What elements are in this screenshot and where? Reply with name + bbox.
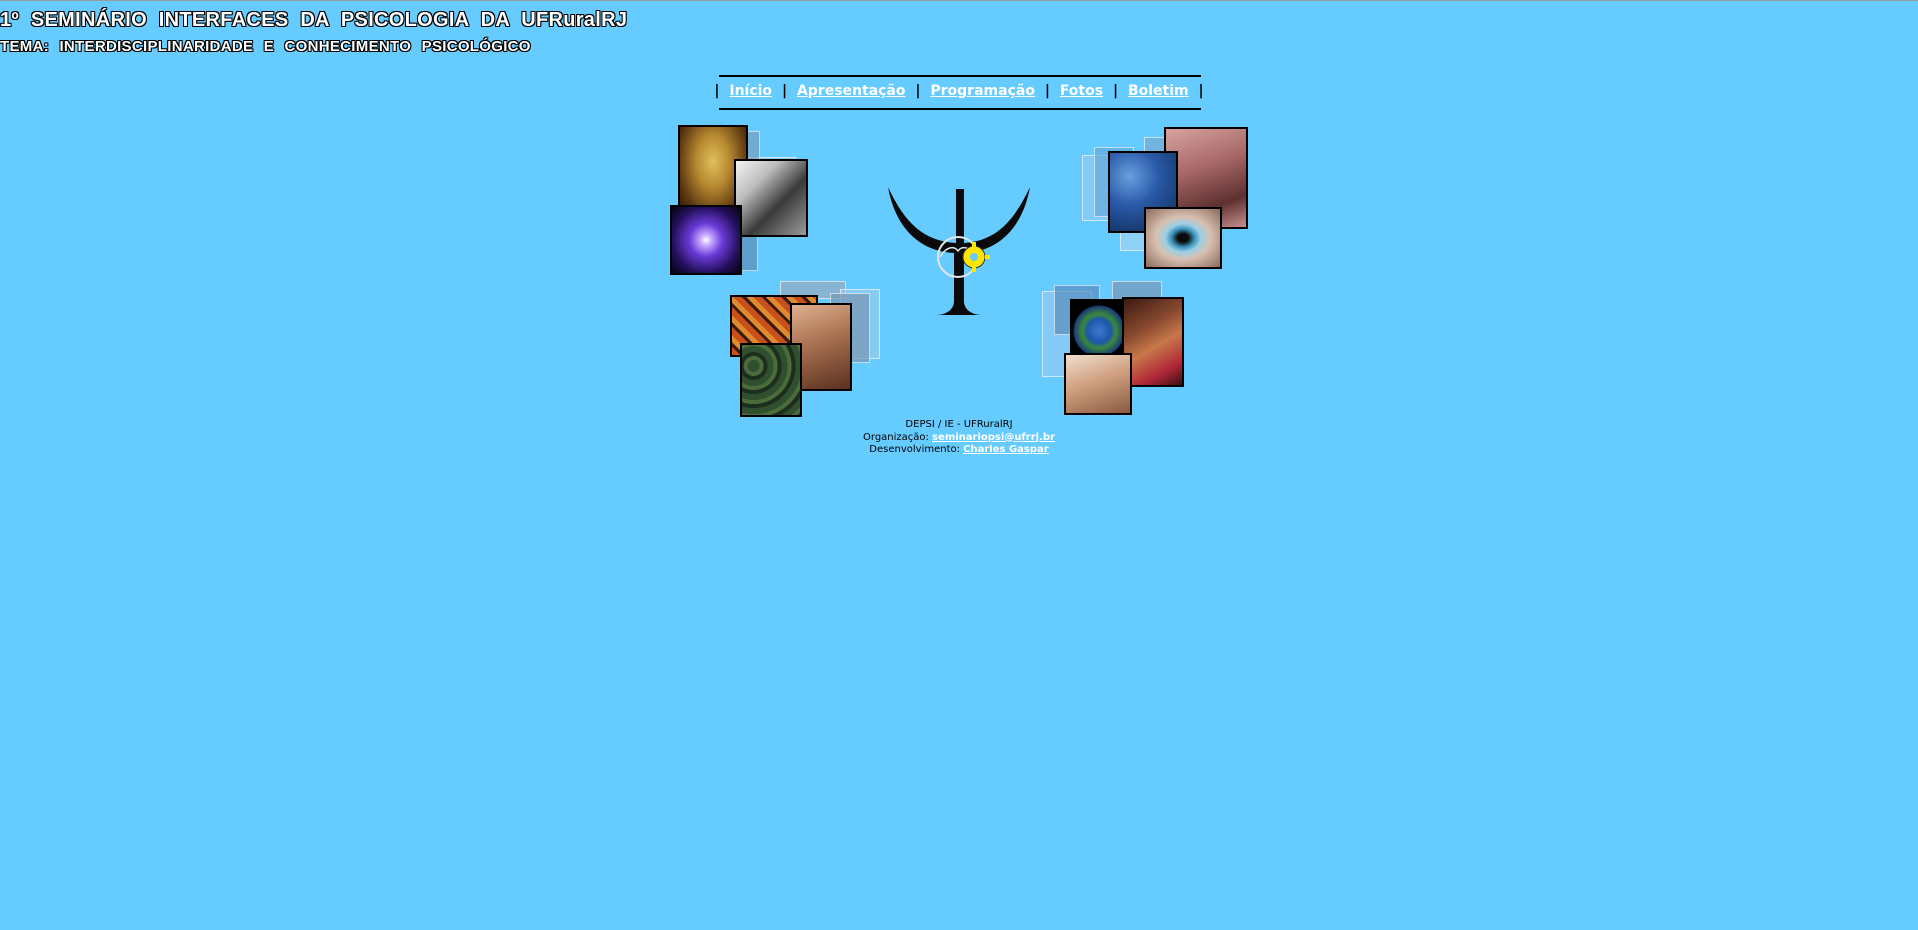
footer-org-label: Organização:	[863, 431, 929, 443]
portrait-man-photo	[734, 159, 808, 237]
main-nav: | Início | Apresentação | Programação | …	[0, 83, 1918, 99]
nav-separator: |	[1112, 83, 1119, 99]
eye-photo	[1144, 207, 1222, 269]
collage-bottom-left	[730, 281, 882, 419]
footer-org-line: Organização: seminariopsi@ufrrj.br	[0, 432, 1918, 445]
nav-link-inicio[interactable]: Início	[729, 83, 772, 99]
crowd-photo	[740, 343, 802, 417]
baby-photo	[1064, 353, 1132, 415]
nav-separator: |	[1198, 83, 1204, 99]
footer-org-email-link[interactable]: seminariopsi@ufrrj.br	[932, 432, 1055, 443]
psi-logo-icon	[884, 181, 1034, 326]
collage-bottom-right	[1040, 281, 1190, 417]
nav-link-boletim[interactable]: Boletim	[1128, 83, 1189, 99]
nav-separator: |	[781, 83, 788, 99]
galaxy-photo	[670, 205, 742, 275]
page-subtitle: TEMA: INTERDISCIPLINARIDADE E CONHECIMEN…	[0, 38, 531, 55]
nav-link-fotos[interactable]: Fotos	[1060, 83, 1103, 99]
collage-top-right	[1080, 125, 1250, 273]
nav-link-apresentacao[interactable]: Apresentação	[797, 83, 906, 99]
nav-separator: |	[714, 83, 720, 99]
nav-top-rule	[719, 75, 1201, 77]
footer-dept: DEPSI / IE - UFRuralRJ	[905, 419, 1013, 430]
page-title: 1º SEMINÁRIO INTERFACES DA PSICOLOGIA DA…	[0, 9, 628, 31]
footer-dev-link[interactable]: Charles Gaspar	[963, 444, 1049, 455]
nav-separator: |	[915, 83, 921, 99]
nav-bottom-rule	[719, 108, 1201, 110]
footer-dev-line: Desenvolvimento: Charles Gaspar	[0, 444, 1918, 457]
nav-link-programacao[interactable]: Programação	[930, 83, 1035, 99]
nav-separator: |	[1044, 83, 1050, 99]
footer: DEPSI / IE - UFRuralRJ Organização: semi…	[0, 419, 1918, 457]
collage-top-left	[668, 123, 838, 275]
footer-dev-label: Desenvolvimento:	[869, 444, 960, 455]
